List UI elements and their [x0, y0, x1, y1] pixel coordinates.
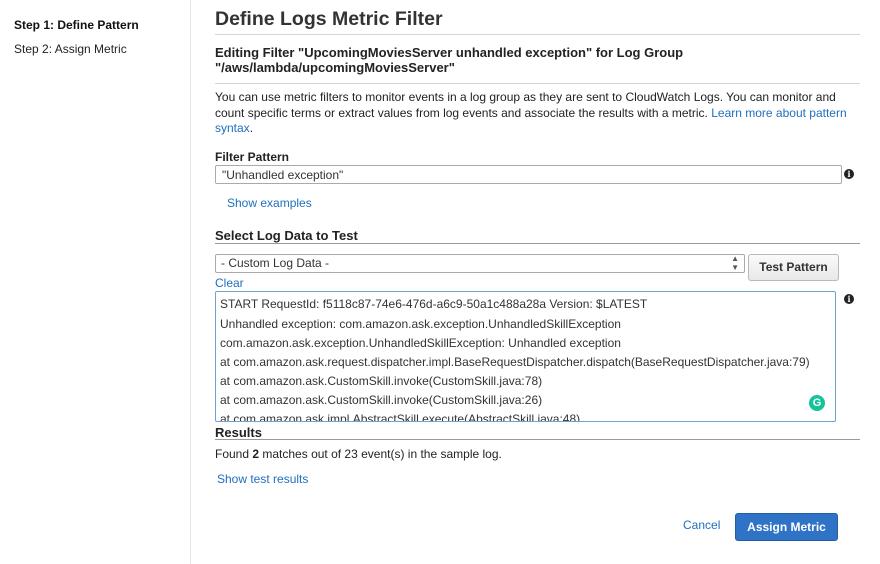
page-title: Define Logs Metric Filter [215, 8, 443, 30]
select-log-data-heading: Select Log Data to Test [215, 228, 358, 243]
log-data-textarea[interactable]: START RequestId: f5118c87-74e6-476d-a6c9… [215, 291, 836, 422]
select-log-data-divider [215, 243, 860, 244]
filter-pattern-input[interactable] [215, 165, 842, 184]
results-divider [215, 439, 860, 440]
description-end: . [249, 121, 254, 135]
clear-link[interactable]: Clear [215, 276, 244, 290]
log-line: at com.amazon.ask.impl.AbstractSkill.exe… [220, 412, 581, 422]
test-pattern-button[interactable]: Test Pattern [748, 254, 839, 281]
log-line: Unhandled exception: com.amazon.ask.exce… [220, 317, 621, 331]
results-heading: Results [215, 425, 262, 440]
log-line: at com.amazon.ask.CustomSkill.invoke(Cus… [220, 374, 543, 388]
step-define-pattern[interactable]: Step 1: Define Pattern [14, 18, 139, 32]
results-summary: Found 2 matches out of 23 event(s) in th… [215, 447, 502, 461]
log-line: at com.amazon.ask.request.dispatcher.imp… [220, 355, 810, 369]
show-examples-link[interactable]: Show examples [227, 196, 312, 210]
log-line: START RequestId: f5118c87-74e6-476d-a6c9… [220, 297, 648, 311]
log-data-select-value: - Custom Log Data - [221, 256, 330, 270]
show-test-results-link[interactable]: Show test results [217, 472, 308, 486]
log-line: at com.amazon.ask.CustomSkill.invoke(Cus… [220, 393, 543, 407]
filter-pattern-label: Filter Pattern [215, 150, 290, 164]
description: You can use metric filters to monitor ev… [215, 90, 860, 137]
grammarly-icon[interactable]: G [809, 395, 825, 411]
step-assign-metric[interactable]: Step 2: Assign Metric [14, 42, 127, 56]
cancel-link[interactable]: Cancel [683, 518, 720, 532]
title-divider [215, 34, 860, 35]
info-icon[interactable]: i [844, 169, 854, 179]
editing-filter-heading: Editing Filter "UpcomingMoviesServer unh… [215, 45, 855, 75]
wizard-sidebar: Step 1: Define Pattern Step 2: Assign Me… [0, 0, 191, 564]
assign-metric-button[interactable]: Assign Metric [735, 513, 838, 541]
log-line: com.amazon.ask.exception.UnhandledSkillE… [220, 336, 621, 350]
heading-divider [215, 83, 860, 84]
results-prefix: Found [215, 447, 253, 461]
editing-filter-heading-line1: Editing Filter "UpcomingMoviesServer unh… [215, 45, 684, 60]
log-data-select[interactable]: - Custom Log Data - ▲ ▼ [215, 254, 745, 273]
results-suffix: matches out of 23 event(s) in the sample… [259, 447, 502, 461]
editing-filter-heading-line2: "/aws/lambda/upcomingMoviesServer" [215, 60, 455, 75]
select-arrows-icon: ▲ ▼ [731, 254, 739, 272]
info-icon[interactable]: i [844, 294, 854, 304]
